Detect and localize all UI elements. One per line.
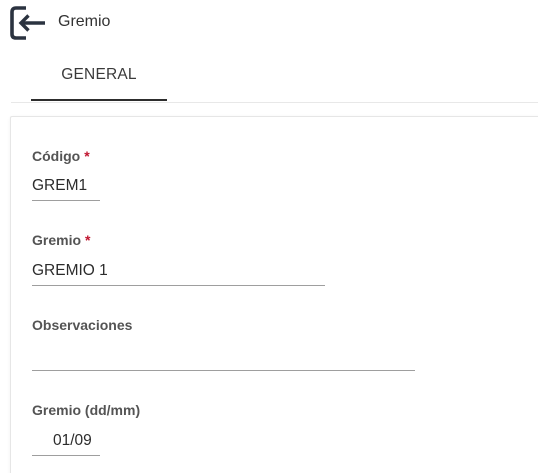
exit-to-left-icon <box>10 6 45 40</box>
gremio-underline <box>32 285 325 286</box>
codigo-value: GREM1 <box>32 177 88 194</box>
fecha-field: Gremio (dd/mm) 01/09 <box>32 402 141 456</box>
back-button[interactable] <box>9 5 47 41</box>
required-marker: * <box>85 232 91 248</box>
fecha-underline <box>32 455 100 456</box>
codigo-label-text: Código <box>32 148 81 164</box>
fecha-value: 01/09 <box>53 432 92 449</box>
tabs-divider <box>11 102 538 103</box>
gremio-label: Gremio * <box>32 232 90 248</box>
fecha-label: Gremio (dd/mm) <box>32 402 141 418</box>
gremio-page: Gremio GENERAL Código * GREM1 Gremio * GRE… <box>0 0 538 473</box>
gremio-field: Gremio * GREMIO 1 <box>32 232 325 286</box>
gremio-label-text: Gremio <box>32 232 82 248</box>
active-tab-indicator <box>31 99 167 101</box>
observaciones-underline <box>32 370 415 371</box>
page-title: Gremio <box>58 13 111 30</box>
observaciones-field: Observaciones <box>32 317 415 371</box>
codigo-label: Código * <box>32 148 90 164</box>
observaciones-label: Observaciones <box>32 317 133 333</box>
codigo-field: Código * GREM1 <box>32 148 100 201</box>
tab-general[interactable]: GENERAL <box>31 54 167 101</box>
header: Gremio <box>0 0 538 46</box>
required-marker: * <box>84 148 90 164</box>
tab-bar: GENERAL <box>0 54 538 104</box>
tab-general-label: GENERAL <box>61 66 137 83</box>
form-card <box>10 116 538 473</box>
gremio-value: GREMIO 1 <box>32 262 108 279</box>
codigo-underline <box>32 200 100 201</box>
observaciones-input[interactable] <box>32 342 415 371</box>
